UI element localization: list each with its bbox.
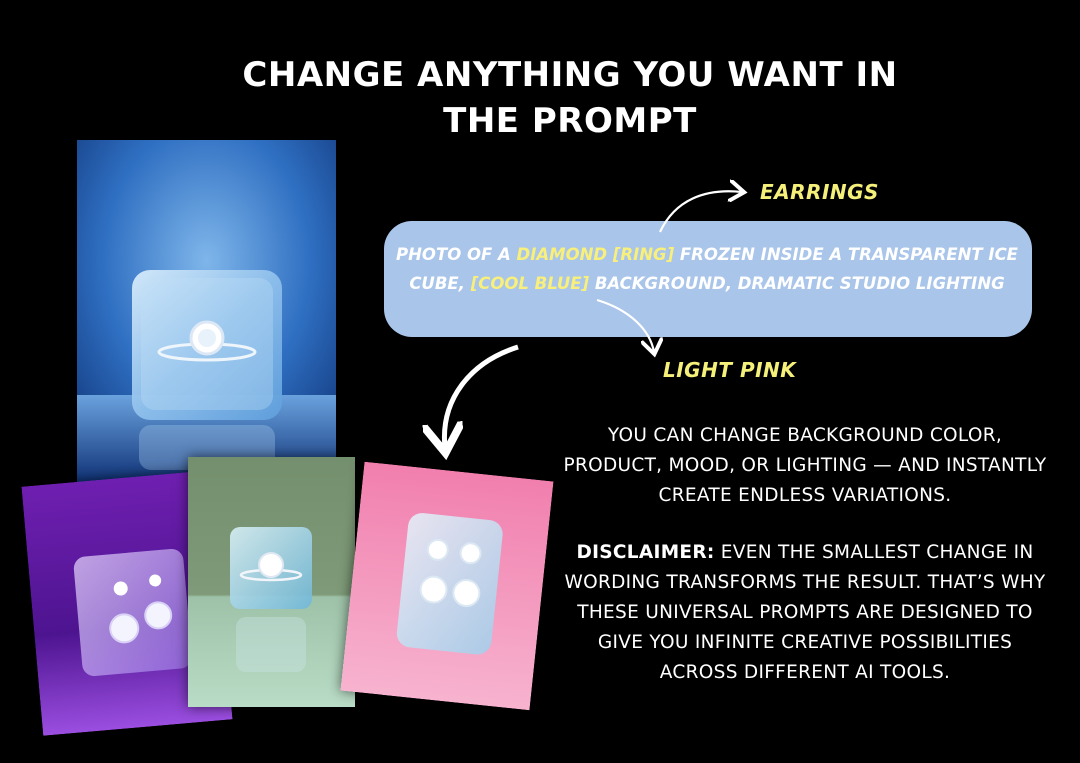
pink-earrings-ice-photo — [340, 461, 554, 711]
alternative-earrings: EARRINGS — [760, 180, 879, 204]
prompt-highlight-color: [COOL BLUE] — [470, 274, 590, 293]
page-title: CHANGE ANYTHING YOU WANT IN THE PROMPT — [180, 52, 960, 144]
disclaimer-paragraph: DISCLAIMER: EVEN THE SMALLEST CHANGE IN … — [560, 538, 1050, 688]
green-ring-ice-photo — [188, 457, 355, 707]
prompt-part-1: PHOTO OF A — [396, 245, 517, 264]
disclaimer-text: EVEN THE SMALLEST CHANGE IN WORDING TRAN… — [564, 542, 1046, 683]
arrow-to-variations — [444, 344, 519, 448]
prompt-part-3: BACKGROUND, DRAMATIC STUDIO LIGHTING — [589, 274, 1005, 293]
blue-ring-ice-photo — [77, 140, 336, 485]
disclaimer-label: DISCLAIMER: — [576, 542, 715, 563]
title-line-2: THE PROMPT — [443, 101, 697, 141]
alternative-light-pink: LIGHT PINK — [663, 358, 797, 382]
prompt-highlight-product: DIAMOND [RING] — [516, 245, 675, 264]
info-paragraph: YOU CAN CHANGE BACKGROUND COLOR, PRODUCT… — [563, 425, 1047, 506]
prompt-text: PHOTO OF A DIAMOND [RING] FROZEN INSIDE … — [396, 240, 1018, 298]
title-line-1: CHANGE ANYTHING YOU WANT IN — [242, 55, 898, 95]
